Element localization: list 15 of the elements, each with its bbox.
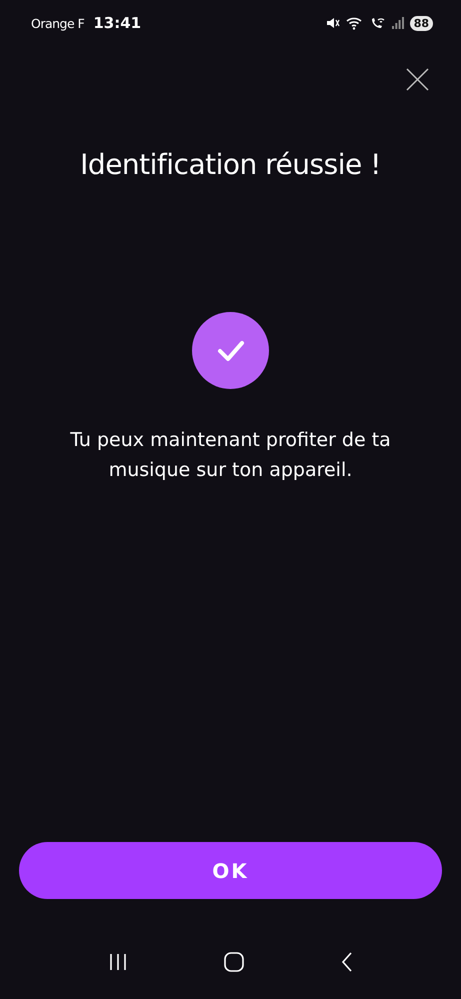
wifi-icon — [346, 16, 364, 30]
success-message: Tu peux maintenant profiter de ta musique sur ton appareil. — [69, 428, 392, 483]
carrier-name: Orange F — [31, 16, 84, 30]
mute-icon — [326, 16, 340, 30]
recent-apps-icon[interactable] — [108, 952, 128, 970]
close-icon[interactable] — [406, 68, 429, 91]
wifi-call-icon — [370, 16, 386, 30]
success-title: Identification réussie ! — [79, 148, 382, 181]
clock-time: 13:41 — [93, 14, 142, 32]
checkmark-icon — [216, 340, 244, 362]
ok-button[interactable]: OK — [19, 842, 442, 899]
home-icon[interactable] — [224, 952, 244, 972]
back-icon[interactable] — [340, 952, 353, 972]
battery-level: 88 — [410, 16, 433, 30]
signal-icon — [392, 17, 404, 29]
